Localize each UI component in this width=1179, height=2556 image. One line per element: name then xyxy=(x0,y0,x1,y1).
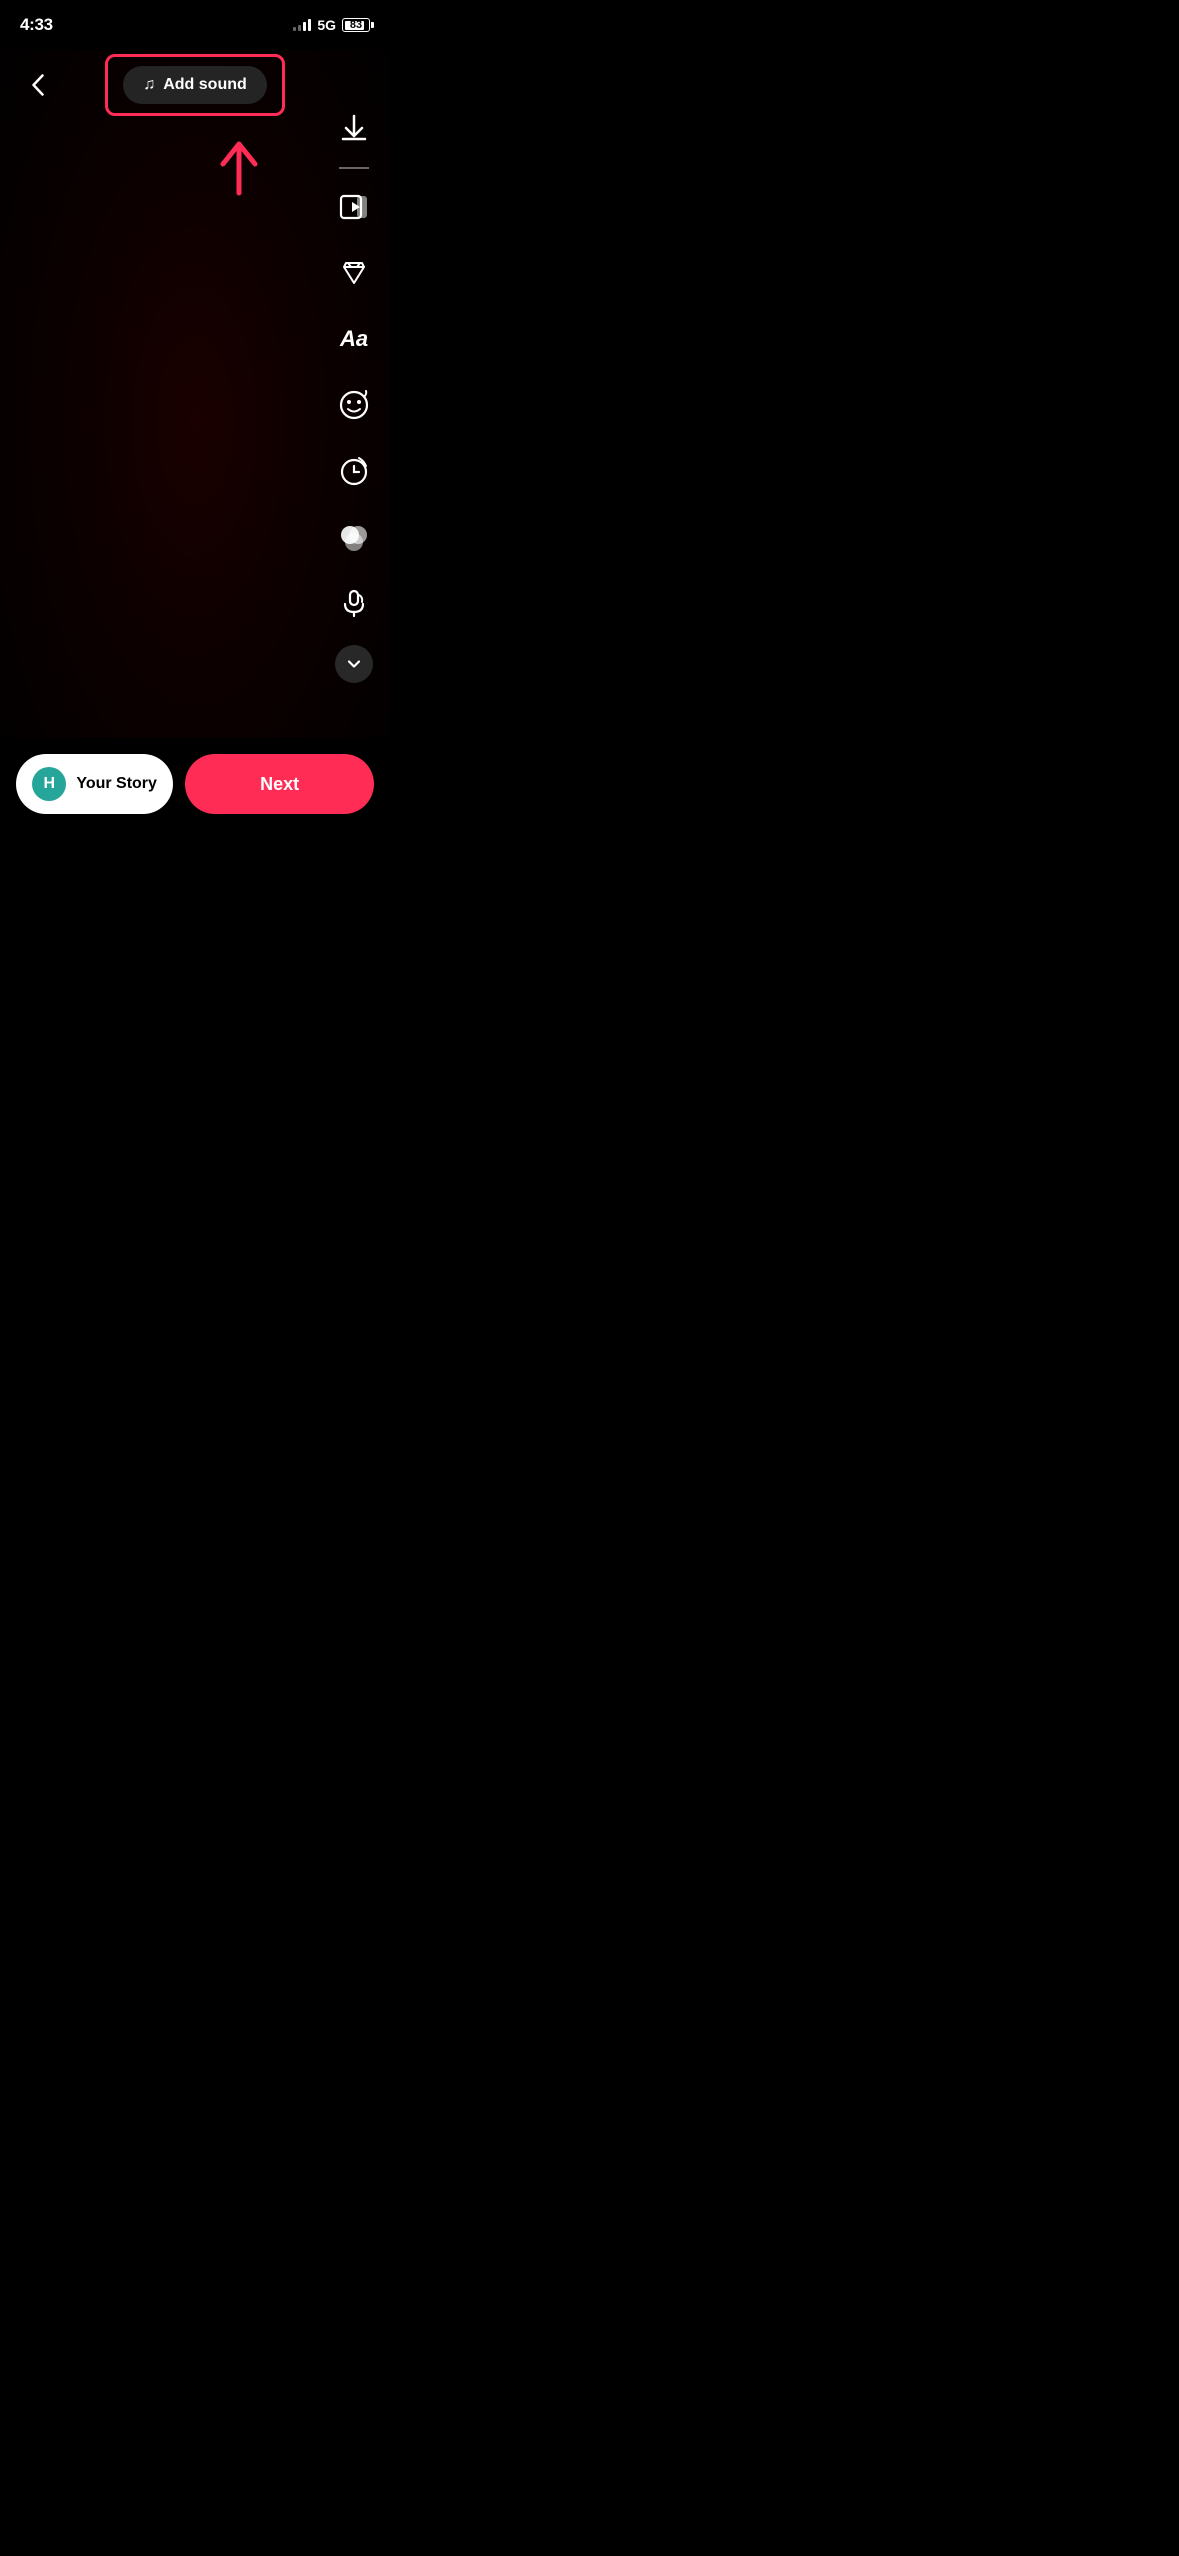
add-sound-wrapper: ♫ Add sound xyxy=(123,66,267,104)
network-type-label: 5G xyxy=(317,17,336,33)
music-note-icon: ♫ xyxy=(143,76,155,94)
more-tools-button[interactable] xyxy=(335,645,373,683)
tool-divider xyxy=(339,167,369,169)
story-avatar: H xyxy=(32,767,66,801)
timer-button[interactable] xyxy=(330,447,378,495)
back-button[interactable] xyxy=(16,63,60,107)
effects-button[interactable] xyxy=(330,249,378,297)
add-sound-label: Add sound xyxy=(163,76,247,94)
arrow-annotation xyxy=(215,128,263,203)
status-bar: 4:33 5G 83 xyxy=(0,0,390,50)
text-button[interactable]: Aa xyxy=(330,315,378,363)
text-tool-icon: Aa xyxy=(340,326,368,352)
your-story-button[interactable]: H Your Story xyxy=(16,754,173,814)
right-tools-panel: Aa xyxy=(330,105,378,683)
sticker-button[interactable] xyxy=(330,381,378,429)
next-label: Next xyxy=(260,774,299,794)
story-label: Your Story xyxy=(76,775,157,793)
status-time: 4:33 xyxy=(20,15,53,35)
download-button[interactable] xyxy=(330,105,378,153)
bottom-buttons: H Your Story Next xyxy=(16,754,374,814)
template-button[interactable] xyxy=(330,183,378,231)
bottom-bar: H Your Story Next xyxy=(0,738,390,844)
status-icons: 5G 83 xyxy=(293,17,370,33)
battery-level: 83 xyxy=(343,19,369,31)
signal-bars-icon xyxy=(293,19,311,31)
next-button[interactable]: Next xyxy=(185,754,374,814)
color-filter-button[interactable] xyxy=(330,513,378,561)
battery-icon: 83 xyxy=(342,18,370,32)
story-avatar-letter: H xyxy=(44,775,56,793)
voiceover-button[interactable] xyxy=(330,579,378,627)
add-sound-button[interactable]: ♫ Add sound xyxy=(123,66,267,104)
